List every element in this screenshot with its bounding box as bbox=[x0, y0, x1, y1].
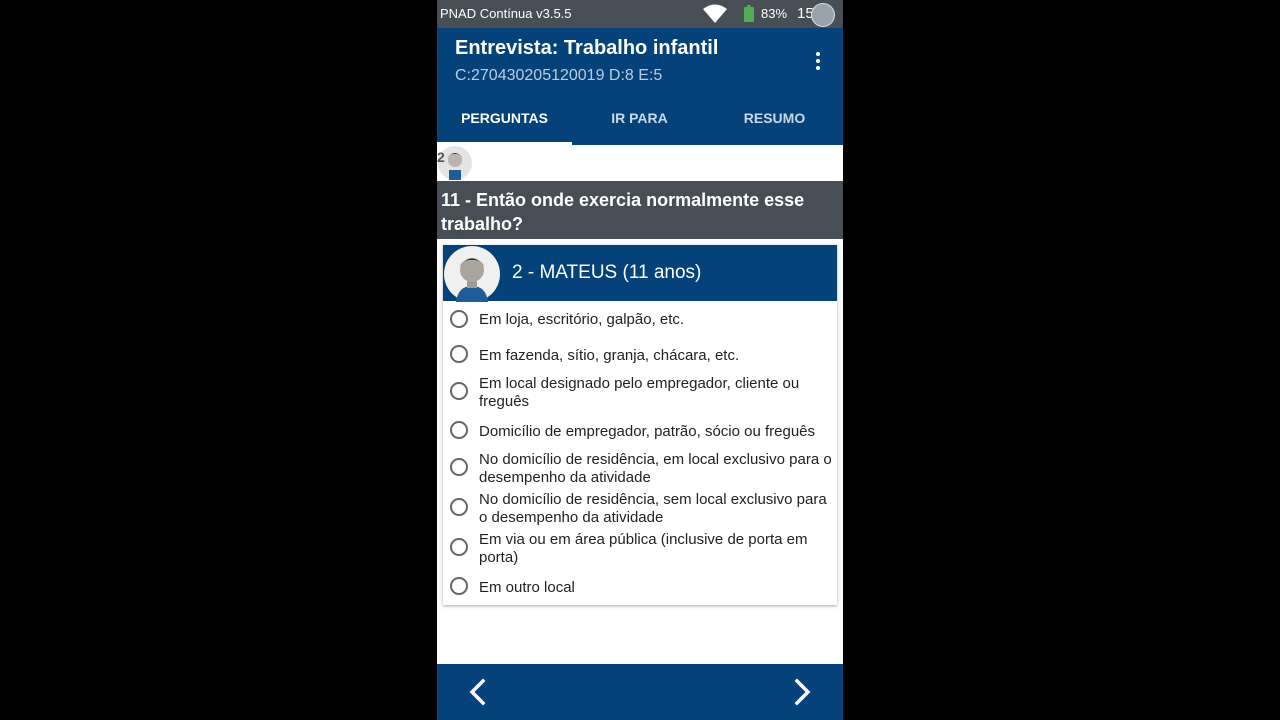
option-label: Domicílio de empregador, patrão, sócio o… bbox=[479, 423, 816, 440]
option-local-designado[interactable]: Em local designado pelo empregador, clie… bbox=[443, 375, 837, 413]
bottom-navigation bbox=[437, 664, 843, 720]
option-outro-local[interactable]: Em outro local bbox=[443, 577, 837, 597]
radio-button[interactable] bbox=[450, 345, 468, 363]
tab-perguntas-label: PERGUNTAS bbox=[461, 110, 548, 126]
interview-code: C:270430205120019 D:8 E:5 bbox=[455, 67, 663, 84]
option-label: No domicílio de residência, sem local ex… bbox=[479, 491, 827, 526]
option-via-publica[interactable]: Em via ou em área pública (inclusive de … bbox=[443, 531, 837, 569]
screen-record-icon[interactable] bbox=[811, 3, 835, 27]
battery-icon bbox=[744, 5, 754, 22]
chevron-left-icon[interactable] bbox=[464, 678, 492, 706]
tab-bar: PERGUNTAS IR PARA RESUMO bbox=[437, 91, 843, 145]
wifi-icon bbox=[703, 4, 727, 23]
option-domicilio-empregador[interactable]: Domicílio de empregador, patrão, sócio o… bbox=[443, 421, 837, 441]
radio-button[interactable] bbox=[450, 458, 468, 476]
person-header: 2 - MATEUS (11 anos) bbox=[443, 245, 837, 302]
status-bar: PNAD Contínua v3.5.5 83% 15:5 bbox=[437, 0, 843, 28]
tab-ir-para[interactable]: IR PARA bbox=[572, 91, 707, 145]
phone-screen: PNAD Contínua v3.5.5 83% 15:5 Entrevista… bbox=[437, 0, 843, 720]
tab-resumo[interactable]: RESUMO bbox=[707, 91, 842, 145]
option-label: Em fazenda, sítio, granja, chácara, etc. bbox=[479, 347, 740, 364]
option-label: Em via ou em área pública (inclusive de … bbox=[479, 531, 808, 566]
option-domicilio-sem-local[interactable]: No domicílio de residência, sem local ex… bbox=[443, 491, 837, 529]
interview-title: Entrevista: Trabalho infantil bbox=[455, 37, 719, 59]
radio-button[interactable] bbox=[450, 421, 468, 439]
question-text: 11 - Então onde exercia normalmente esse… bbox=[441, 190, 805, 234]
option-label: Em outro local bbox=[479, 579, 575, 596]
tab-perguntas[interactable]: PERGUNTAS bbox=[437, 91, 572, 145]
option-label: Em local designado pelo empregador, clie… bbox=[479, 375, 800, 410]
option-loja[interactable]: Em loja, escritório, galpão, etc. bbox=[443, 310, 837, 330]
resident-selector[interactable]: 2 bbox=[437, 145, 843, 181]
tab-ir-para-label: IR PARA bbox=[611, 110, 668, 126]
radio-button[interactable] bbox=[450, 310, 468, 328]
avatar bbox=[444, 246, 500, 302]
option-label: No domicílio de residência, em local exc… bbox=[479, 451, 832, 486]
option-domicilio-exclusivo[interactable]: No domicílio de residência, em local exc… bbox=[443, 451, 837, 489]
radio-button[interactable] bbox=[450, 538, 468, 556]
radio-button[interactable] bbox=[450, 577, 468, 595]
tab-resumo-label: RESUMO bbox=[743, 110, 806, 126]
radio-button[interactable] bbox=[450, 382, 468, 400]
option-fazenda[interactable]: Em fazenda, sítio, granja, chácara, etc. bbox=[443, 345, 837, 366]
option-label: Em loja, escritório, galpão, etc. bbox=[479, 311, 685, 328]
radio-button[interactable] bbox=[450, 498, 468, 516]
chevron-right-icon[interactable] bbox=[788, 678, 816, 706]
status-app-name: PNAD Contínua v3.5.5 bbox=[440, 6, 572, 21]
battery-percent: 83% bbox=[761, 6, 788, 21]
app-bar: Entrevista: Trabalho infantil C:27043020… bbox=[437, 28, 843, 91]
resident-number: 2 bbox=[437, 149, 445, 165]
person-name: 2 - MATEUS (11 anos) bbox=[512, 262, 702, 283]
answer-card: 2 - MATEUS (11 anos) Em loja, escritório… bbox=[443, 245, 837, 605]
more-vert-icon[interactable] bbox=[809, 50, 827, 72]
question-header: 11 - Então onde exercia normalmente esse… bbox=[437, 181, 843, 239]
